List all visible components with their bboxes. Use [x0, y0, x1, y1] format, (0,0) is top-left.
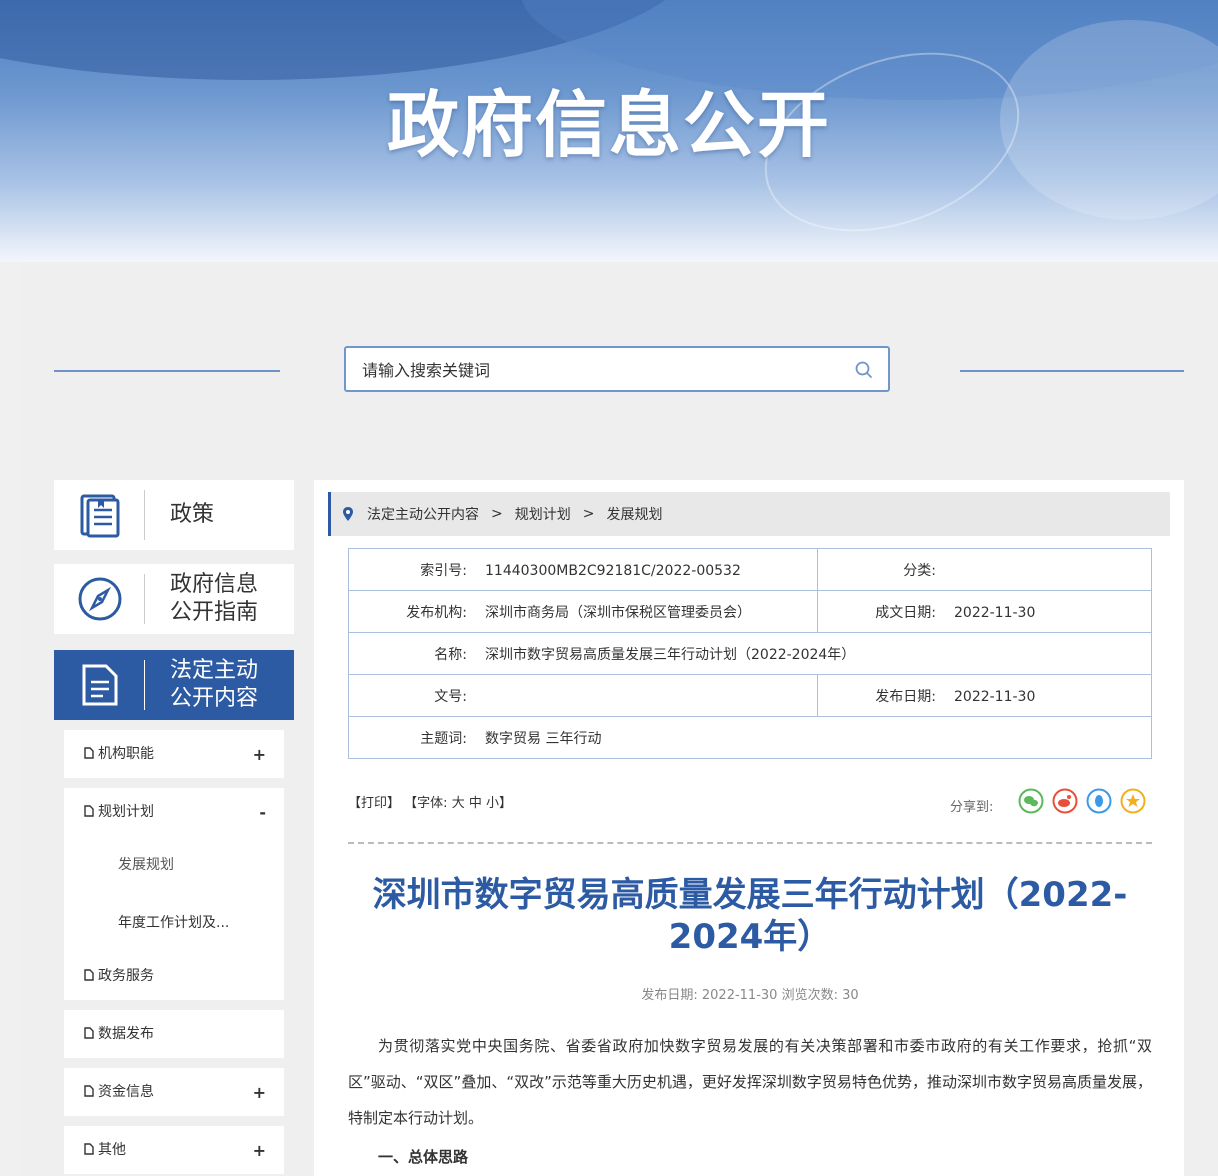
meta-value: 2022-11-30 [954, 688, 1036, 705]
meta-value: 深圳市数字贸易高质量发展三年行动计划（2022-2024年） [485, 646, 856, 663]
weibo-share-icon[interactable] [1052, 788, 1078, 814]
font-small-link[interactable]: 小】 [486, 796, 512, 811]
banner-title: 政府信息公开 [386, 83, 831, 167]
expand-toggle[interactable]: + [253, 1126, 266, 1176]
search-icon[interactable] [854, 360, 874, 380]
breadcrumb-separator: > [491, 506, 503, 522]
divider [54, 370, 280, 372]
breadcrumb: 法定主动公开内容 > 规划计划 > 发展规划 [328, 492, 1170, 536]
divider [144, 660, 145, 710]
expand-toggle[interactable]: + [253, 730, 266, 780]
doc-icon [84, 1143, 94, 1155]
collapse-toggle[interactable]: - [259, 788, 266, 838]
meta-cell: 名称: 深圳市数字贸易高质量发展三年行动计划（2022-2024年） [348, 632, 1152, 675]
meta-key: 成文日期: [875, 604, 936, 621]
subnav-data-release[interactable]: 数据发布 [64, 1010, 284, 1058]
meta-cell: 分类: [817, 548, 1152, 591]
content-area: 法定主动公开内容 > 规划计划 > 发展规划 索引号: 11440300MB2C9… [314, 480, 1184, 1176]
meta-cell: 主题词: 数字贸易 三年行动 [348, 716, 1152, 759]
article-meta: 发布日期: 2022-11-30 浏览次数: 30 [348, 984, 1152, 1003]
meta-value [940, 563, 954, 579]
article-tools: 【打印】 【字体: 大 中 小】 [348, 792, 512, 811]
divider [960, 370, 1184, 372]
nav-label: 政策 [170, 502, 215, 527]
document-book-icon [80, 494, 120, 538]
compass-icon [78, 577, 122, 621]
breadcrumb-item[interactable]: 规划计划 [515, 504, 571, 524]
meta-cell: 索引号: 11440300MB2C92181C/2022-00532 [348, 548, 818, 591]
article-heading: 一、总体思路 [378, 1148, 469, 1166]
breadcrumb-item[interactable]: 法定主动公开内容 [367, 504, 479, 524]
doc-icon [84, 1027, 94, 1039]
search-box [344, 346, 890, 392]
qq-share-icon[interactable] [1086, 788, 1112, 814]
meta-value: 深圳市商务局（深圳市保税区管理委员会） [485, 604, 751, 621]
nav-guide[interactable]: 政府信息 公开指南 [54, 564, 294, 634]
font-large-link[interactable]: 大 [452, 796, 465, 811]
doc-icon [84, 805, 94, 817]
divider [144, 490, 145, 540]
subnav-gov-services[interactable]: 政务服务 [64, 952, 284, 1000]
meta-cell: 文号: [348, 674, 818, 717]
font-medium-link[interactable]: 中 [469, 796, 482, 811]
meta-value: 11440300MB2C92181C/2022-00532 [485, 562, 741, 579]
location-pin-icon [343, 507, 353, 521]
wechat-share-icon[interactable] [1018, 788, 1044, 814]
divider [144, 574, 145, 624]
meta-key: 名称: [434, 646, 467, 663]
nav-statutory-content[interactable]: 法定主动 公开内容 [54, 650, 294, 720]
subnav-label: 政务服务 [98, 968, 154, 984]
banner: 政府信息公开 [0, 0, 1218, 262]
views-count: 30 [842, 988, 859, 1003]
document-icon [82, 664, 118, 706]
meta-key: 索引号: [420, 562, 467, 579]
meta-key: 发布日期: [875, 688, 936, 705]
subnav-org-functions[interactable]: 机构职能 + [64, 730, 284, 778]
divider [348, 842, 1152, 844]
meta-cell: 发布日期: 2022-11-30 [817, 674, 1152, 717]
subnav-child-development-plan[interactable]: 发展规划 [64, 836, 284, 894]
search-input[interactable] [360, 356, 834, 384]
subnav-label: 其他 [98, 1142, 126, 1158]
breadcrumb-separator: > [582, 506, 595, 522]
doc-icon [84, 1085, 94, 1097]
document-meta-table: 索引号: 11440300MB2C92181C/2022-00532 分类: 发布… [348, 548, 1152, 759]
nav-policy[interactable]: 政策 [54, 480, 294, 550]
meta-cell: 成文日期: 2022-11-30 [817, 590, 1152, 633]
subnav-label: 机构职能 [98, 746, 154, 762]
nav-label: 政府信息 公开指南 [170, 572, 259, 625]
print-link[interactable]: 【打印】 [348, 796, 400, 811]
publish-date: 2022-11-30 [701, 988, 778, 1003]
subnav-label: 规划计划 [98, 804, 154, 820]
views-label: 浏览次数: [781, 988, 838, 1003]
font-size-label: 【字体: [404, 796, 448, 811]
publish-date-label: 发布日期: [641, 988, 698, 1003]
meta-value: 数字贸易 三年行动 [485, 730, 602, 747]
doc-icon [84, 747, 94, 759]
meta-key: 主题词: [420, 730, 467, 747]
share-label: 分享到: [950, 800, 994, 815]
meta-value [471, 689, 485, 705]
subnav-plans[interactable]: 规划计划 - 发展规划 年度工作计划及... [64, 788, 284, 952]
breadcrumb-item[interactable]: 发展规划 [606, 504, 662, 524]
meta-key: 发布机构: [406, 604, 467, 621]
article-title: 深圳市数字贸易高质量发展三年行动计划（2022-2024年） [372, 875, 1128, 957]
meta-key: 文号: [434, 688, 467, 705]
article-body: 为贯彻落实党中央国务院、省委省政府加快数字贸易发展的有关决策部署和市委市政府的有… [348, 1037, 1152, 1127]
meta-key: 分类: [903, 562, 936, 579]
doc-icon [84, 969, 94, 981]
subnav-other[interactable]: 其他 + [64, 1126, 284, 1174]
subnav-child-annual-plan[interactable]: 年度工作计划及... [64, 894, 284, 952]
subnav-label: 数据发布 [98, 1026, 154, 1042]
meta-cell: 发布机构: 深圳市商务局（深圳市保税区管理委员会） [348, 590, 818, 633]
qzone-share-icon[interactable] [1120, 788, 1146, 814]
expand-toggle[interactable]: + [253, 1068, 266, 1118]
meta-value: 2022-11-30 [954, 604, 1036, 621]
subnav-label: 资金信息 [98, 1084, 154, 1100]
subnav-funds[interactable]: 资金信息 + [64, 1068, 284, 1116]
nav-label: 法定主动 公开内容 [170, 658, 259, 711]
